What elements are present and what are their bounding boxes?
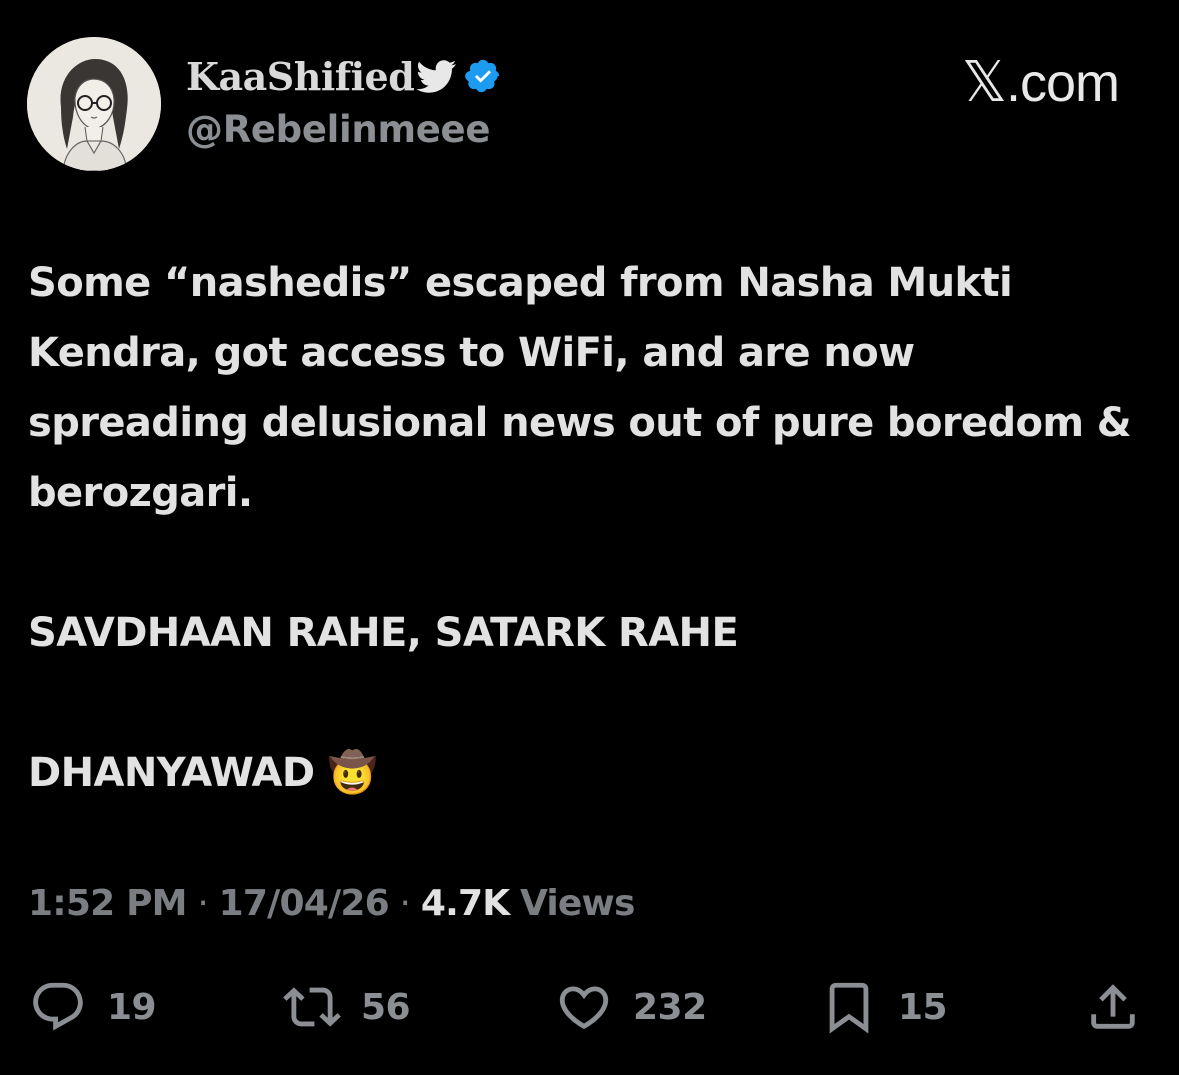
twitter-bird-icon <box>416 59 458 93</box>
bookmark-button[interactable]: 15 <box>820 975 948 1039</box>
action-bar: 19 56 232 15 <box>0 975 1179 1039</box>
tweet-date[interactable]: 17/04/26 <box>219 883 390 924</box>
like-count: 232 <box>633 986 707 1028</box>
reply-button[interactable]: 19 <box>29 975 157 1039</box>
share-icon <box>1091 984 1135 1029</box>
like-button[interactable]: 232 <box>555 975 707 1039</box>
x-brand-watermark: 𝕏.com <box>961 50 1120 115</box>
views-count[interactable]: 4.7K <box>421 883 510 924</box>
meta-separator: · <box>399 883 411 924</box>
repost-count: 56 <box>361 986 411 1028</box>
tweet-paragraph: DHANYAWAD 🤠 <box>28 750 378 796</box>
reply-icon <box>33 982 83 1031</box>
share-button[interactable] <box>1084 975 1142 1039</box>
bookmark-count: 15 <box>898 986 948 1028</box>
tweet-metadata: 1:52 PM · 17/04/26 · 4.7K Views <box>28 883 635 924</box>
reply-count: 19 <box>107 986 157 1028</box>
repost-button[interactable]: 56 <box>283 975 411 1039</box>
meta-separator: · <box>197 883 208 924</box>
repost-icon <box>283 987 341 1027</box>
bookmark-icon <box>829 982 869 1034</box>
avatar-image <box>27 37 161 171</box>
tweet-time[interactable]: 1:52 PM <box>28 883 187 924</box>
tweet-text: Some “nashedis” escaped from Nasha Mukti… <box>28 248 1148 808</box>
brand-suffix: .com <box>1005 53 1120 113</box>
author-name-row: KaaShified <box>186 50 502 102</box>
x-logo-icon: 𝕏 <box>961 50 1007 115</box>
heart-icon <box>559 986 609 1030</box>
avatar[interactable] <box>27 37 161 171</box>
verified-badge-icon <box>464 57 502 95</box>
tweet-paragraph: Some “nashedis” escaped from Nasha Mukti… <box>28 260 1132 516</box>
display-name[interactable]: KaaShified <box>186 54 415 99</box>
views-label: Views <box>519 883 635 924</box>
tweet-paragraph: SAVDHAAN RAHE, SATARK RAHE <box>28 610 739 656</box>
author-handle[interactable]: @Rebelinmeee <box>186 108 490 151</box>
